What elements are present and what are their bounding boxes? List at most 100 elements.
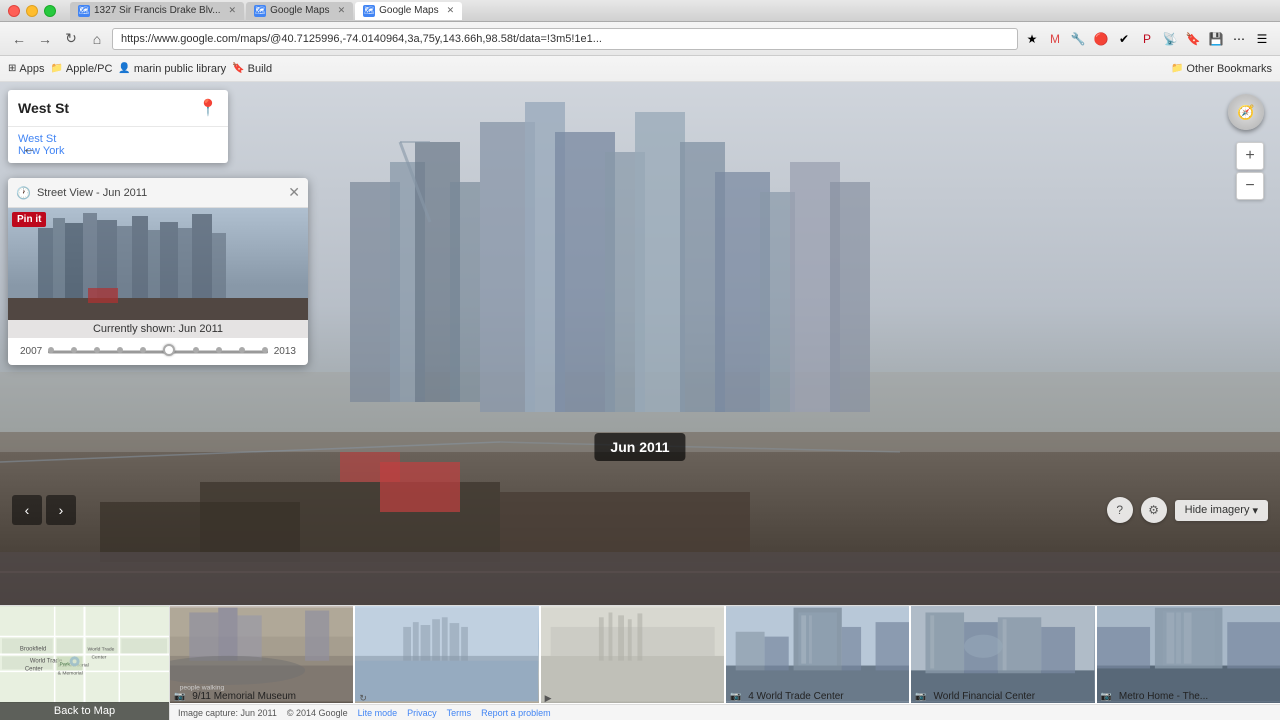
film-label-2: ▶ bbox=[541, 693, 724, 704]
sv-panel-header: 🕐 Street View - Jun 2011 ✕ bbox=[8, 178, 308, 208]
t-dot-9[interactable] bbox=[262, 347, 268, 353]
film-icon-0: 📷 bbox=[174, 691, 185, 702]
film-item-4[interactable]: 📷 World Financial Center bbox=[911, 606, 1094, 720]
other-bookmarks[interactable]: 📁 Other Bookmarks bbox=[1171, 63, 1272, 75]
footer-report[interactable]: Report a problem bbox=[481, 708, 551, 718]
film-caption-2 bbox=[555, 697, 563, 701]
refresh-button[interactable]: ↻ bbox=[60, 28, 82, 50]
film-item-2[interactable]: ▶ bbox=[541, 606, 724, 720]
close-button[interactable] bbox=[8, 5, 20, 17]
film-item-0[interactable]: people walking 📷 9/11 Memorial Museum bbox=[170, 606, 353, 720]
t-dot-3[interactable] bbox=[117, 347, 123, 353]
t-dot-4[interactable] bbox=[140, 347, 146, 353]
sv-close-button[interactable]: ✕ bbox=[288, 184, 300, 201]
tab-close-3[interactable]: ✕ bbox=[447, 5, 455, 16]
film-item-5[interactable]: 📷 Metro Home - The... bbox=[1097, 606, 1280, 720]
tab-favicon-2: 🗺 bbox=[254, 5, 266, 17]
title-bar: 🗺 1327 Sir Francis Drake Blv... ✕ 🗺 Goog… bbox=[0, 0, 1280, 22]
footer-terms[interactable]: Terms bbox=[447, 708, 472, 718]
sv-image-bg bbox=[8, 208, 308, 338]
compass-container: 🧭 bbox=[1228, 94, 1264, 130]
more-icon[interactable]: ⋯ bbox=[1229, 29, 1249, 49]
menu-icon[interactable]: ☰ bbox=[1252, 29, 1272, 49]
hide-imagery-button[interactable]: Hide imagery ▾ bbox=[1175, 500, 1268, 521]
back-to-map-label: Back to Map bbox=[54, 705, 115, 717]
film-icon-1: ↻ bbox=[359, 693, 367, 704]
extension-icon-2[interactable]: 🔴 bbox=[1091, 29, 1111, 49]
film-caption-0: 9/11 Memorial Museum bbox=[188, 689, 300, 704]
film-label-4: 📷 World Financial Center bbox=[911, 689, 1094, 704]
back-button[interactable]: ← bbox=[8, 28, 30, 50]
t-dot-2[interactable] bbox=[94, 347, 100, 353]
bottom-controls: ‹ › ? ⚙ Hide imagery ▾ bbox=[0, 495, 1280, 525]
build-bookmark[interactable]: 🔖 Build bbox=[232, 63, 272, 75]
star-icon[interactable]: ★ bbox=[1022, 29, 1042, 49]
hide-imagery-label: Hide imagery bbox=[1185, 504, 1250, 516]
prev-arrow-button[interactable]: ‹ bbox=[12, 495, 42, 525]
svg-text:Center: Center bbox=[25, 666, 43, 672]
tab-close-2[interactable]: ✕ bbox=[338, 5, 346, 16]
tab-close-1[interactable]: ✕ bbox=[229, 5, 237, 16]
t-dot-6[interactable] bbox=[193, 347, 199, 353]
address-bar[interactable] bbox=[112, 28, 1018, 50]
svg-text:& Memorial: & Memorial bbox=[58, 670, 83, 676]
library-bookmark[interactable]: 👤 marin public library bbox=[118, 63, 226, 75]
maximize-button[interactable] bbox=[44, 5, 56, 17]
map-thumb-svg: Brookfield World Trade Center 9/11 Memor… bbox=[0, 606, 169, 703]
home-button[interactable]: ⌂ bbox=[86, 28, 108, 50]
next-arrow-button[interactable]: › bbox=[46, 495, 76, 525]
film-item-3[interactable]: 📷 4 World Trade Center bbox=[726, 606, 909, 720]
film-item-1[interactable]: ↻ bbox=[355, 606, 538, 720]
minimize-button[interactable] bbox=[26, 5, 38, 17]
rss-icon[interactable]: 📡 bbox=[1160, 29, 1180, 49]
settings-button[interactable]: ⚙ bbox=[1141, 497, 1167, 523]
t-dot-5-active[interactable] bbox=[163, 344, 175, 356]
footer-privacy[interactable]: Privacy bbox=[407, 708, 437, 718]
build-label: Build bbox=[248, 63, 272, 75]
help-icon: ? bbox=[1116, 503, 1123, 517]
extension-icon-3[interactable]: ✔ bbox=[1114, 29, 1134, 49]
apps-icon: ⊞ bbox=[8, 63, 16, 74]
sv-currently-label: Currently shown: Jun 2011 bbox=[93, 323, 223, 335]
main-area: Jun 2011 🧭 + − ‹ › bbox=[0, 82, 1280, 640]
timeline-track[interactable] bbox=[48, 350, 268, 354]
extension-icon-4[interactable]: 🔖 bbox=[1183, 29, 1203, 49]
browser-tab-3[interactable]: 🗺 Google Maps ✕ bbox=[355, 2, 462, 20]
film-icon-5: 📷 bbox=[1101, 691, 1112, 702]
forward-button[interactable]: → bbox=[34, 28, 56, 50]
back-to-map-button[interactable]: Back to Map bbox=[0, 702, 169, 720]
sv-image-container[interactable]: Pin it Currently shown: Jun 2011 bbox=[8, 208, 308, 338]
footer-lite-mode[interactable]: Lite mode bbox=[358, 708, 398, 718]
t-dot-8[interactable] bbox=[239, 347, 245, 353]
sv-timeline: 2007 2013 bbox=[8, 338, 308, 365]
zoom-in-button[interactable]: + bbox=[1236, 142, 1264, 170]
map-thumbnail[interactable]: Brookfield World Trade Center 9/11 Memor… bbox=[0, 606, 170, 720]
prev-arrow-icon: ‹ bbox=[25, 502, 30, 518]
film-label-0: 📷 9/11 Memorial Museum bbox=[170, 689, 353, 704]
next-arrow-icon: › bbox=[59, 502, 64, 518]
extension-icon-5[interactable]: 💾 bbox=[1206, 29, 1226, 49]
zoom-out-button[interactable]: − bbox=[1236, 172, 1264, 200]
bookmarks-bar: ⊞ Apps 📁 Apple/PC 👤 marin public library… bbox=[0, 56, 1280, 82]
pinterest-icon[interactable]: P bbox=[1137, 29, 1157, 49]
sv-clock-icon: 🕐 bbox=[16, 186, 31, 200]
time-badge-label: Jun 2011 bbox=[610, 439, 669, 455]
film-label-1: ↻ bbox=[355, 693, 538, 704]
help-button[interactable]: ? bbox=[1107, 497, 1133, 523]
browser-tab-2[interactable]: 🗺 Google Maps ✕ bbox=[246, 2, 353, 20]
compass-button[interactable]: 🧭 bbox=[1228, 94, 1264, 130]
t-dot-1[interactable] bbox=[71, 347, 77, 353]
browser-tab-1[interactable]: 🗺 1327 Sir Francis Drake Blv... ✕ bbox=[70, 2, 244, 20]
t-dot-0[interactable] bbox=[48, 347, 54, 353]
location-header: West St 📍 bbox=[8, 90, 228, 127]
apps-bookmark[interactable]: ⊞ Apps bbox=[8, 63, 44, 75]
gmail-icon[interactable]: M bbox=[1045, 29, 1065, 49]
back-arrow[interactable]: ← bbox=[22, 140, 36, 156]
pinit-button[interactable]: Pin it bbox=[12, 212, 46, 227]
film-caption-4: World Financial Center bbox=[930, 689, 1040, 704]
extension-icon-1[interactable]: 🔧 bbox=[1068, 29, 1088, 49]
t-dot-7[interactable] bbox=[216, 347, 222, 353]
tab-favicon-3: 🗺 bbox=[363, 5, 375, 17]
apple-pc-bookmark[interactable]: 📁 Apple/PC bbox=[50, 63, 112, 75]
film-icon-2: ▶ bbox=[545, 693, 552, 704]
